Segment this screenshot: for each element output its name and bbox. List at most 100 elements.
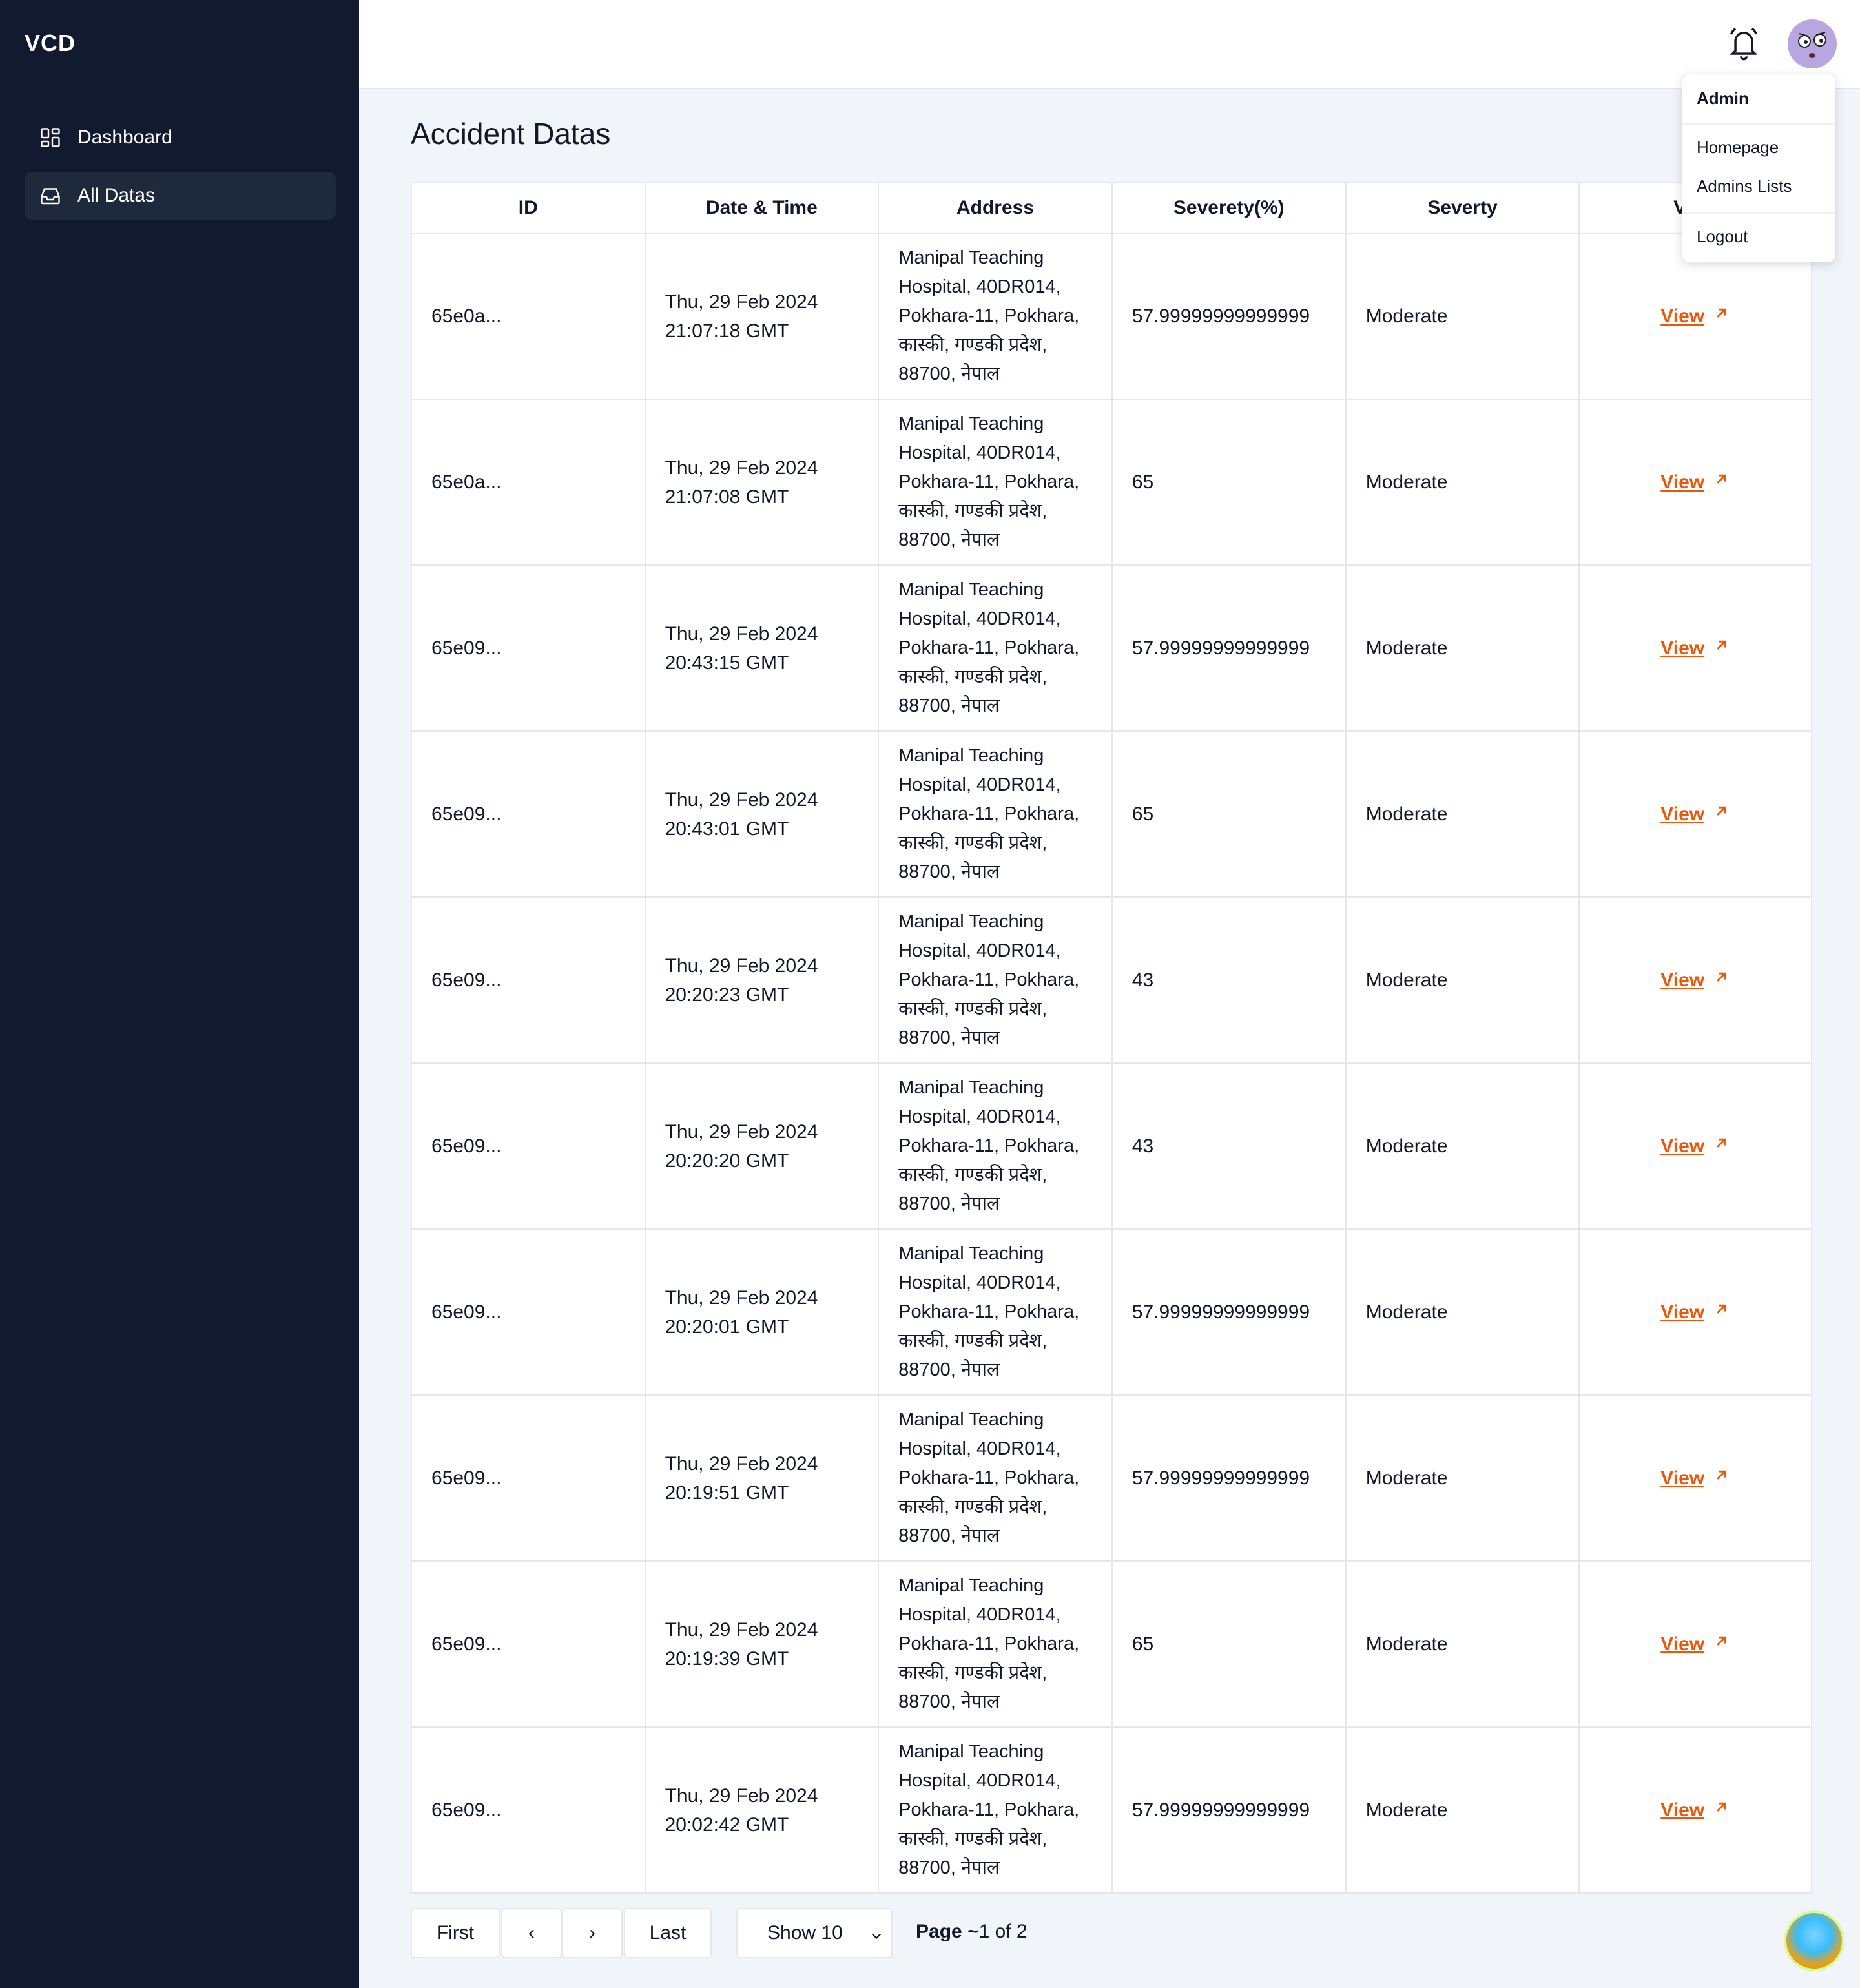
view-link[interactable]: View: [1660, 1796, 1730, 1825]
view-link[interactable]: View: [1660, 634, 1730, 663]
cell-severity-pct: 43: [1111, 1062, 1347, 1230]
cell-date-time: Thu, 29 Feb 2024 20:20:23 GMT: [644, 896, 880, 1064]
row-severity-pct: 43: [1132, 969, 1154, 991]
view-link[interactable]: View: [1660, 1132, 1730, 1161]
view-link-label: View: [1660, 1633, 1705, 1655]
view-link[interactable]: View: [1660, 1298, 1730, 1327]
menu-item-homepage[interactable]: Homepage: [1697, 138, 1779, 158]
row-id: 65e09...: [431, 1135, 502, 1157]
view-link-label: View: [1660, 305, 1705, 327]
brand-logo[interactable]: VCD: [25, 30, 76, 57]
page-value: 1 of 2: [978, 1921, 1028, 1942]
row-date: Thu, 29 Feb 2024: [665, 955, 818, 977]
row-date: Thu, 29 Feb 2024: [665, 1453, 818, 1475]
column-header-severity-pct[interactable]: Severety(%): [1111, 182, 1347, 234]
page-size-select[interactable]: Show 10: [736, 1908, 893, 1958]
prev-page-button[interactable]: ‹: [501, 1908, 562, 1958]
cell-date-time: Thu, 29 Feb 2024 20:19:51 GMT: [644, 1394, 880, 1562]
next-page-button[interactable]: ›: [562, 1908, 623, 1958]
view-link[interactable]: View: [1660, 468, 1730, 497]
table-row: 65e09... Thu, 29 Feb 2024 20:20:23 GMT Mani…: [411, 896, 1812, 1064]
table-row: 65e09... Thu, 29 Feb 2024 20:02:42 GMT Mani…: [411, 1726, 1812, 1894]
row-id: 65e0a...: [431, 305, 502, 327]
cell-address: Manipal Teaching Hospital, 40DR014, Pokh…: [878, 730, 1113, 898]
chevron-down-icon: [869, 1926, 884, 1940]
row-address: Manipal Teaching Hospital, 40DR014, Pokh…: [898, 1077, 1080, 1214]
floating-widget-icon[interactable]: [1784, 1910, 1844, 1971]
dashboard-grid-icon: [39, 126, 62, 149]
row-time: 20:43:01 GMT: [665, 818, 789, 840]
row-severity-pct: 57.99999999999999: [1132, 637, 1310, 659]
row-time: 20:43:15 GMT: [665, 652, 789, 674]
row-time: 20:19:39 GMT: [665, 1648, 789, 1670]
table-row: 65e09... Thu, 29 Feb 2024 20:20:20 GMT Mani…: [411, 1062, 1812, 1230]
row-address: Manipal Teaching Hospital, 40DR014, Pokh…: [898, 1575, 1080, 1712]
column-header-address[interactable]: Address: [878, 182, 1113, 234]
cell-severity: Moderate: [1345, 1726, 1580, 1894]
cell-id: 65e09...: [411, 1394, 646, 1562]
row-date: Thu, 29 Feb 2024: [665, 623, 818, 645]
sidebar-item-dashboard[interactable]: Dashboard: [25, 114, 336, 161]
view-link[interactable]: View: [1660, 1464, 1730, 1493]
menu-item-admins-lists[interactable]: Admins Lists: [1697, 176, 1792, 196]
view-link-label: View: [1660, 1799, 1705, 1821]
view-link[interactable]: View: [1660, 302, 1730, 331]
row-severity: Moderate: [1365, 1467, 1448, 1489]
cell-date-time: Thu, 29 Feb 2024 20:20:20 GMT: [644, 1062, 880, 1230]
external-link-icon: [1712, 634, 1730, 663]
cell-id: 65e09...: [411, 1560, 646, 1728]
avatar[interactable]: [1788, 19, 1837, 68]
page-label: Page ~: [916, 1921, 979, 1942]
last-page-button[interactable]: Last: [624, 1908, 712, 1958]
cell-severity-pct: 65: [1111, 1560, 1347, 1728]
row-address: Manipal Teaching Hospital, 40DR014, Pokh…: [898, 413, 1080, 550]
column-header-severity[interactable]: Severty: [1345, 182, 1580, 234]
view-link[interactable]: View: [1660, 1630, 1730, 1659]
bell-icon[interactable]: [1727, 26, 1761, 62]
table-row: 65e09... Thu, 29 Feb 2024 20:43:15 GMT Mani…: [411, 564, 1812, 732]
row-severity: Moderate: [1365, 1799, 1448, 1821]
row-severity-pct: 43: [1132, 1135, 1154, 1157]
divider: [1682, 123, 1835, 125]
cell-severity: Moderate: [1345, 1062, 1580, 1230]
row-severity: Moderate: [1365, 803, 1448, 825]
cell-address: Manipal Teaching Hospital, 40DR014, Pokh…: [878, 1394, 1113, 1562]
column-header-id[interactable]: ID: [411, 182, 646, 234]
cell-severity: Moderate: [1345, 399, 1580, 566]
accident-data-table: ID Date & Time Address Severety(%) Sever…: [411, 182, 1812, 1894]
cell-date-time: Thu, 29 Feb 2024 21:07:18 GMT: [644, 233, 880, 400]
divider: [1682, 212, 1835, 214]
column-header-date-time[interactable]: Date & Time: [644, 182, 880, 234]
cell-address: Manipal Teaching Hospital, 40DR014, Pokh…: [878, 896, 1113, 1064]
view-link[interactable]: View: [1660, 800, 1730, 829]
sidebar-item-all-datas[interactable]: All Datas: [25, 172, 336, 220]
row-severity: Moderate: [1365, 471, 1448, 493]
cell-date-time: Thu, 29 Feb 2024 20:19:39 GMT: [644, 1560, 880, 1728]
menu-item-logout[interactable]: Logout: [1697, 227, 1748, 247]
external-link-icon: [1712, 1298, 1730, 1327]
cell-view: View: [1578, 1228, 1812, 1396]
row-date: Thu, 29 Feb 2024: [665, 291, 818, 313]
row-date: Thu, 29 Feb 2024: [665, 1121, 818, 1143]
view-link[interactable]: View: [1660, 966, 1730, 995]
cell-date-time: Thu, 29 Feb 2024 21:07:08 GMT: [644, 399, 880, 566]
row-severity: Moderate: [1365, 1135, 1448, 1157]
row-time: 21:07:18 GMT: [665, 320, 789, 342]
table-row: 65e09... Thu, 29 Feb 2024 20:43:01 GMT Mani…: [411, 730, 1812, 898]
external-link-icon: [1712, 1464, 1730, 1493]
external-link-icon: [1712, 1132, 1730, 1161]
external-link-icon: [1712, 966, 1730, 995]
cell-address: Manipal Teaching Hospital, 40DR014, Pokh…: [878, 564, 1113, 732]
cell-severity: Moderate: [1345, 1394, 1580, 1562]
user-menu-title: Admin: [1697, 88, 1749, 108]
cell-address: Manipal Teaching Hospital, 40DR014, Pokh…: [878, 399, 1113, 566]
cell-severity-pct: 57.99999999999999: [1111, 1228, 1347, 1396]
row-id: 65e09...: [431, 969, 502, 991]
row-time: 20:19:51 GMT: [665, 1482, 789, 1504]
row-address: Manipal Teaching Hospital, 40DR014, Pokh…: [898, 1741, 1080, 1878]
row-address: Manipal Teaching Hospital, 40DR014, Pokh…: [898, 247, 1080, 384]
row-severity: Moderate: [1365, 1301, 1448, 1323]
first-page-button[interactable]: First: [411, 1908, 500, 1958]
external-link-icon: [1712, 800, 1730, 829]
table-row: 65e0a... Thu, 29 Feb 2024 21:07:18 GMT Mani…: [411, 233, 1812, 400]
